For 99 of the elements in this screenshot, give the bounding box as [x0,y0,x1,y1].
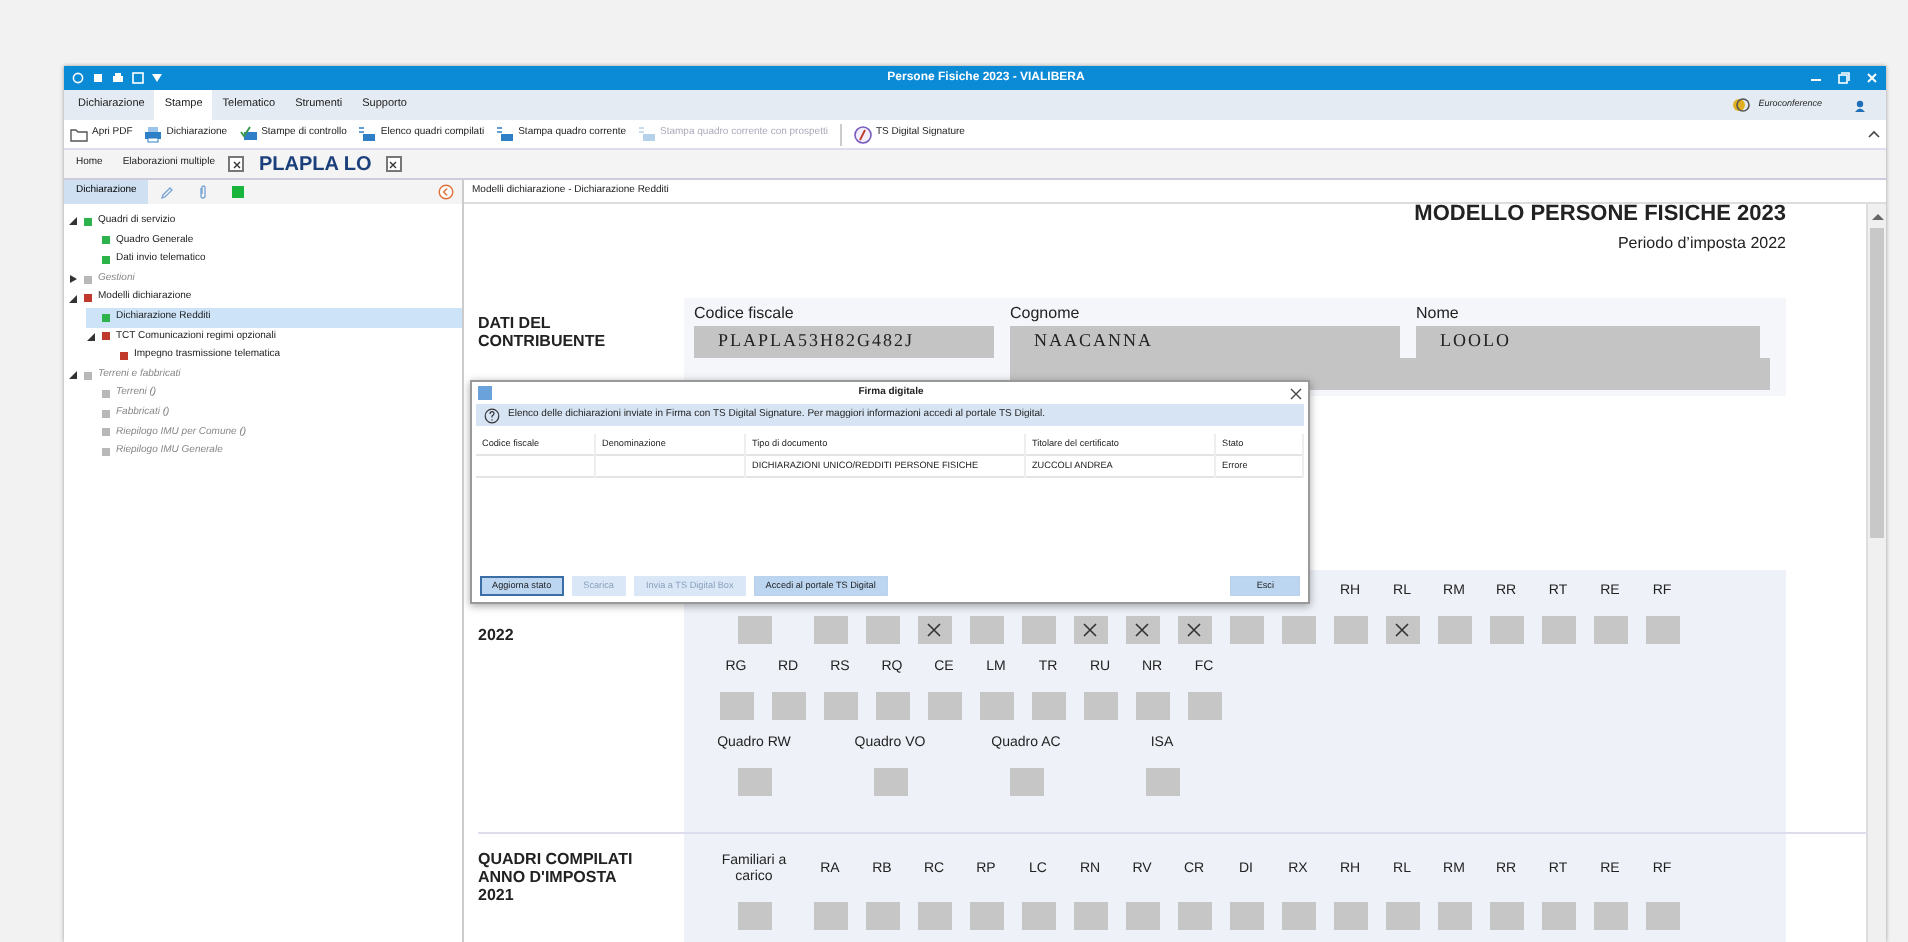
text-field[interactable]: PLAPLA53H82G482J [694,326,994,358]
checkbox[interactable] [1437,902,1471,930]
scroll-up-icon[interactable] [1871,212,1883,222]
checkbox[interactable] [1135,692,1169,720]
checkbox[interactable] [1229,902,1263,930]
checkbox[interactable] [1125,616,1159,644]
checkbox[interactable] [1593,902,1627,930]
field-label: Codice fiscale [694,302,796,326]
checkbox[interactable] [823,692,857,720]
list-printer-icon [358,125,377,143]
folder-icon [70,125,88,143]
collapsed-icon[interactable] [68,274,78,285]
checkbox[interactable] [1541,902,1575,930]
field-label: Nome [1416,302,1461,326]
checkbox[interactable] [1177,616,1211,644]
status-square-icon [232,186,245,198]
scrollbar-thumb[interactable] [1870,228,1884,538]
document-title: MODELLO PERSONE FISICHE 2023 [1412,204,1788,226]
checkbox[interactable] [1177,902,1211,930]
checkbox[interactable] [1333,902,1367,930]
window-icon[interactable] [132,72,144,84]
checkbox[interactable] [1489,616,1523,644]
checkbox[interactable] [873,768,907,796]
checkbox[interactable] [1437,616,1471,644]
printer-check-icon [239,125,258,143]
checkbox[interactable] [1125,902,1159,930]
checkbox[interactable] [927,692,961,720]
expanded-icon[interactable] [86,331,96,342]
checkbox[interactable] [1021,902,1055,930]
vertical-scrollbar[interactable] [1866,204,1886,942]
checkbox[interactable] [1593,616,1627,644]
checkbox[interactable] [1281,902,1315,930]
checkbox[interactable] [1021,616,1055,644]
checkbox[interactable] [1281,616,1315,644]
checkbox[interactable] [1009,768,1043,796]
checkbox[interactable] [979,692,1013,720]
checkbox[interactable] [875,692,909,720]
checkbox[interactable] [1333,616,1367,644]
checkbox[interactable] [969,902,1003,930]
checkbox[interactable] [771,692,805,720]
checkbox[interactable] [917,902,951,930]
expanded-icon[interactable] [68,293,78,304]
close-icon[interactable] [1290,387,1302,399]
checkbox[interactable] [1187,692,1221,720]
x-mark-icon [1134,622,1150,638]
section-heading: 2021 [478,886,516,904]
checkbox[interactable] [1073,616,1107,644]
collapse-icon[interactable] [1868,130,1880,138]
x-mark-icon [1394,622,1410,638]
list-printer-icon [496,125,515,143]
section-heading: QUADRI COMPILATI [478,850,635,868]
expanded-icon[interactable] [68,370,78,381]
printer-icon[interactable] [112,72,124,84]
x-mark-icon [1082,622,1098,638]
checkbox[interactable] [737,616,771,644]
checkbox[interactable] [1645,616,1679,644]
help-icon [484,407,500,423]
checkbox[interactable] [1385,616,1419,644]
checkbox[interactable] [813,616,847,644]
section-heading: 2022 [478,626,516,644]
restore-icon[interactable] [1838,72,1850,84]
checkbox[interactable] [1645,902,1679,930]
section-heading: ANNO D'IMPOSTA [478,868,619,886]
checkbox[interactable] [1229,616,1263,644]
field-label: Cognome [1010,302,1082,326]
dropdown-icon[interactable] [152,74,162,82]
checkbox[interactable] [969,616,1003,644]
checkbox[interactable] [1541,616,1575,644]
pencil-icon [160,185,175,199]
x-mark-icon [1186,622,1202,638]
logo-icon [1732,98,1751,112]
checkbox[interactable] [1385,902,1419,930]
circle-icon[interactable] [72,72,84,84]
list-printer-icon [638,125,657,143]
section-heading: DATI DEL CONTRIBUENTE [478,314,602,350]
checkbox[interactable] [719,692,753,720]
checkbox[interactable] [1145,768,1179,796]
x-mark-icon [926,622,942,638]
checkbox[interactable] [737,768,771,796]
document-subtitle: Periodo d’imposta 2022 [1615,232,1788,256]
signature-icon [853,125,872,143]
paperclip-icon [198,184,209,200]
text-field[interactable]: NAACANNA [1010,326,1400,358]
checkbox[interactable] [865,902,899,930]
document-tab[interactable]: PLAPLA LO [252,149,378,179]
checkbox[interactable] [917,616,951,644]
checkbox[interactable] [1073,902,1107,930]
checkbox[interactable] [1489,902,1523,930]
checkbox[interactable] [1031,692,1065,720]
user-icon[interactable] [1854,99,1866,111]
collapse-panel-icon[interactable] [438,184,454,200]
text-field[interactable]: LOOLO [1416,326,1760,358]
checkbox[interactable] [865,616,899,644]
expanded-icon[interactable] [68,216,78,227]
checkbox[interactable] [813,902,847,930]
checkbox[interactable] [1083,692,1117,720]
checkbox[interactable] [737,902,771,930]
printer-icon [144,125,163,143]
app-icon [478,386,492,400]
